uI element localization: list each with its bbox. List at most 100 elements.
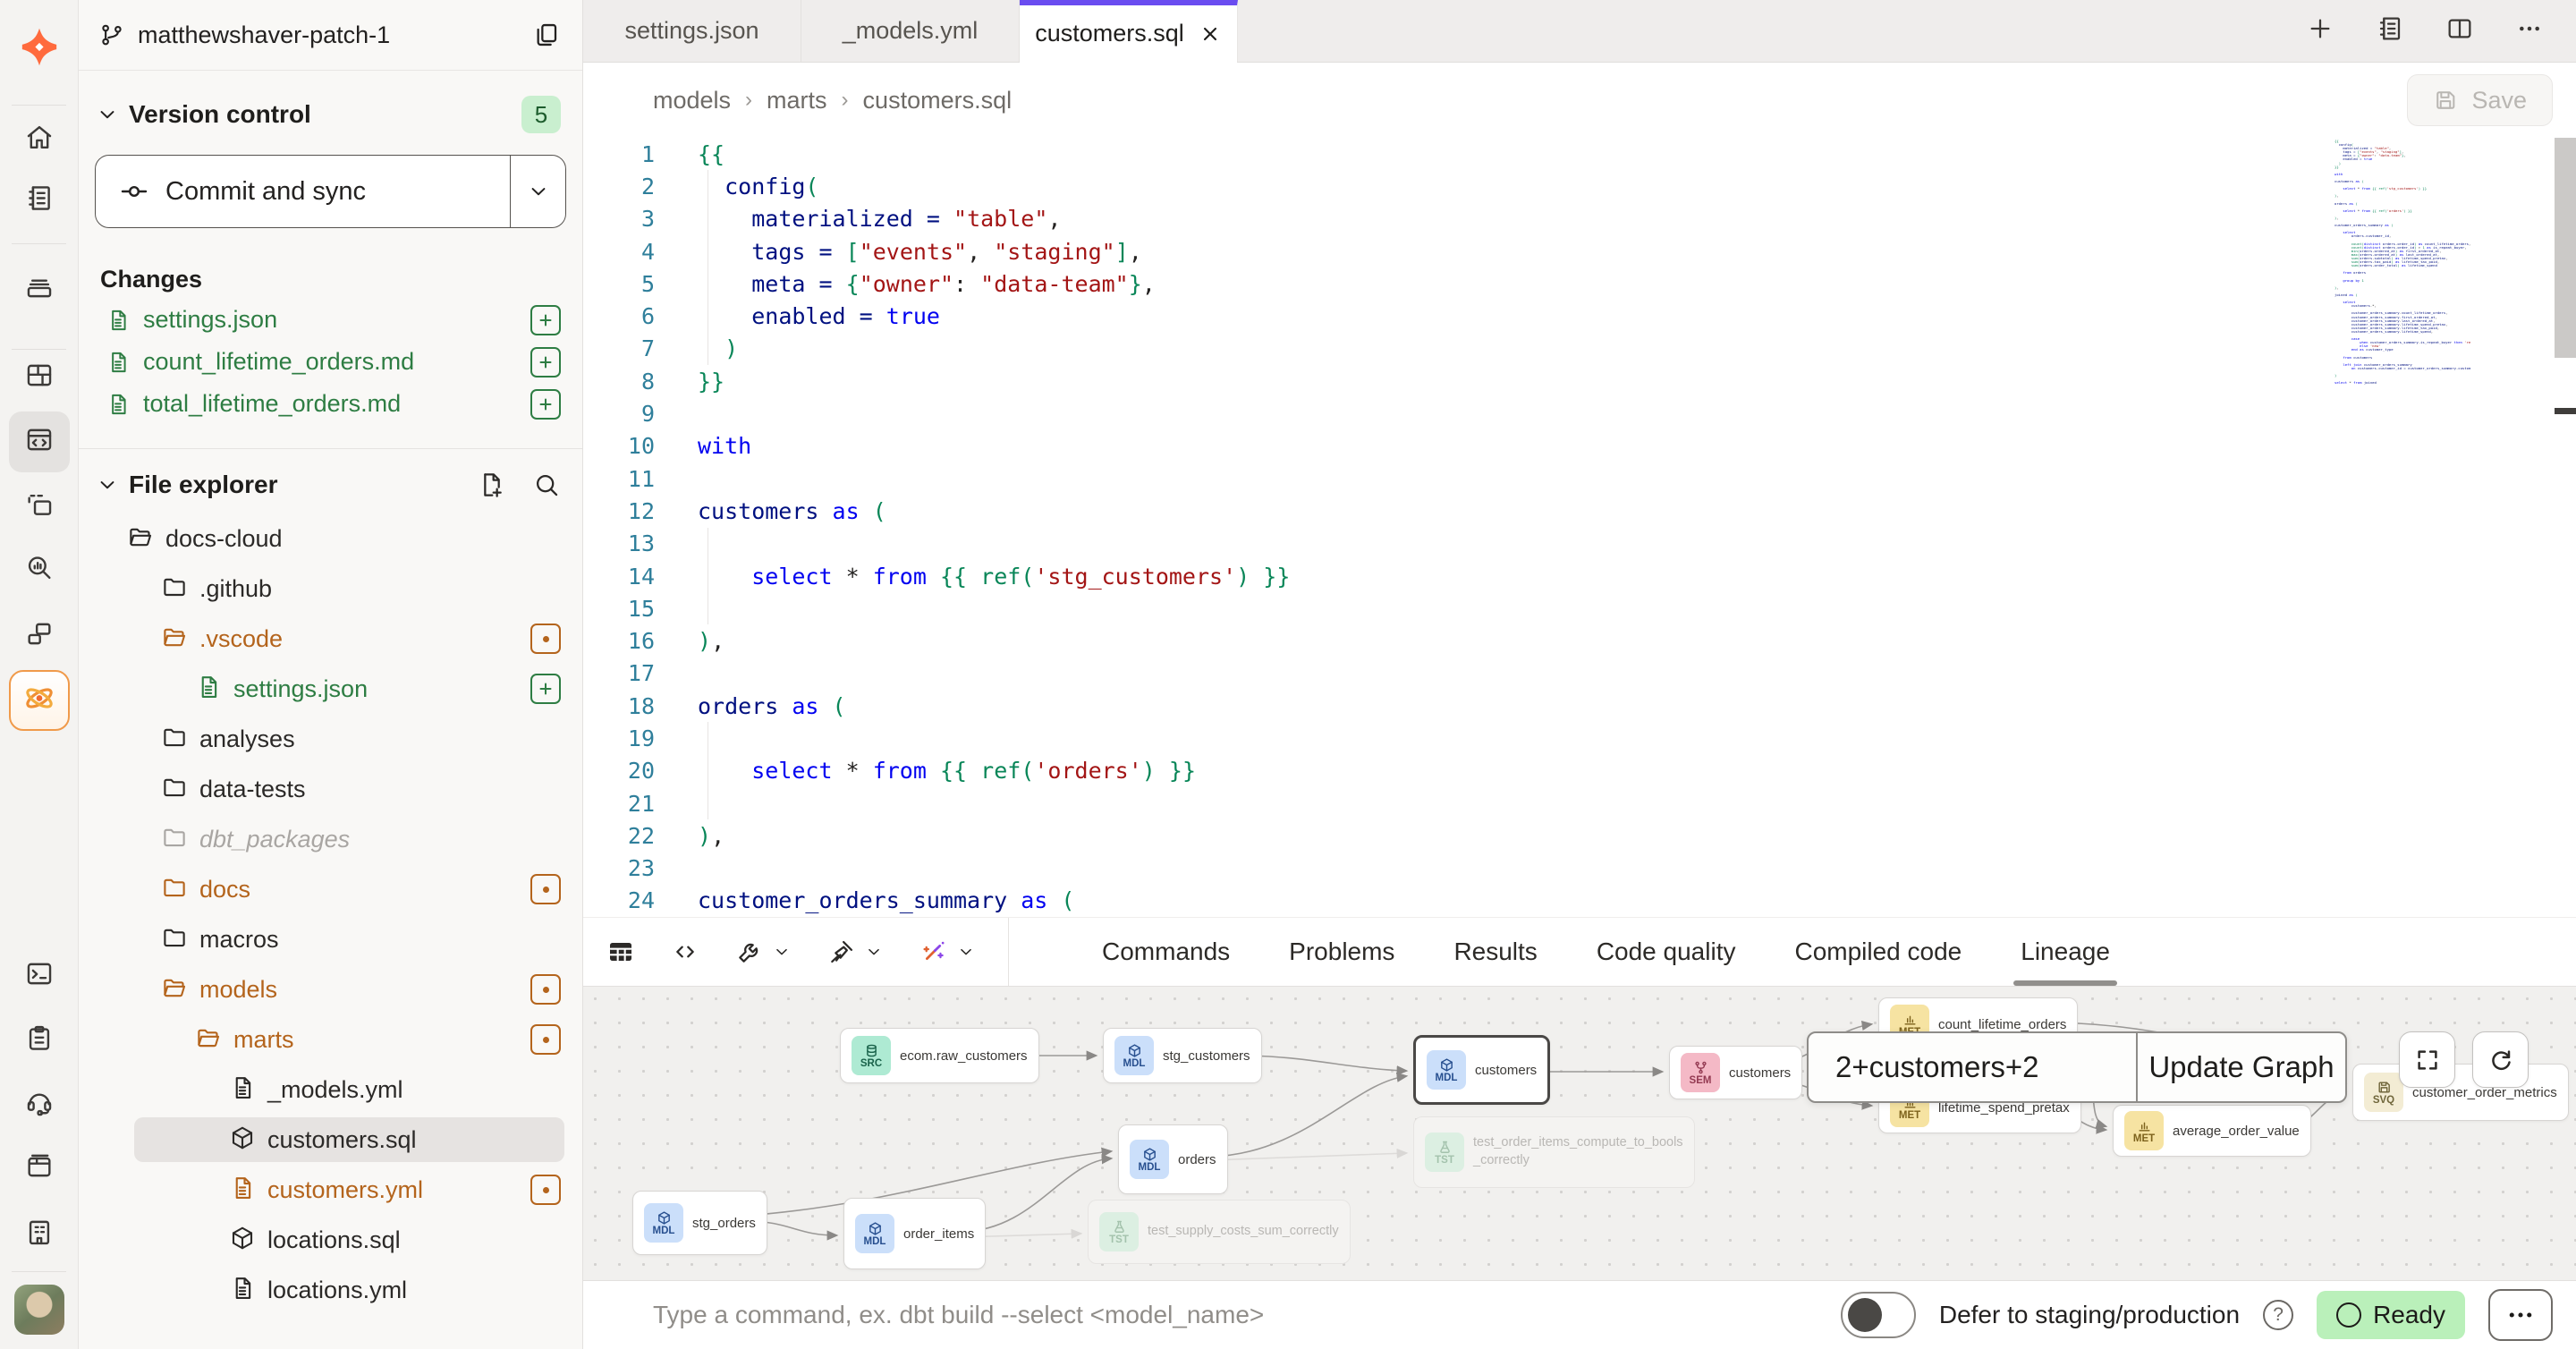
code-line[interactable]: 5 meta = {"owner": "data-team"}, — [583, 267, 2576, 300]
rail-item-windows[interactable] — [24, 619, 55, 654]
panel-tool-table[interactable] — [606, 938, 635, 966]
rail-item-code-editor[interactable] — [24, 425, 55, 460]
refresh-graph-button[interactable] — [2472, 1031, 2529, 1088]
file-outline-button[interactable] — [2376, 14, 2404, 47]
tree-item-.vscode[interactable]: .vscode — [79, 614, 582, 664]
chevron-down-icon[interactable] — [95, 472, 120, 497]
rail-item-select-frame[interactable] — [24, 491, 55, 526]
tree-item-locations.sql[interactable]: locations.sql — [79, 1215, 582, 1265]
rail-item-stack[interactable] — [24, 272, 55, 307]
code-line[interactable]: 22), — [583, 819, 2576, 852]
lineage-node-customer-order-metrics[interactable]: SVQcustomer_order_metrics — [2352, 1064, 2569, 1121]
code-line[interactable]: 15 — [583, 592, 2576, 624]
rail-item-browser[interactable] — [24, 1151, 55, 1186]
code-line[interactable]: 4 tags = ["events", "staging"], — [583, 235, 2576, 267]
lineage-node-customers-sem[interactable]: SEMcustomers — [1669, 1046, 1802, 1099]
chevron-down-icon[interactable] — [95, 102, 120, 127]
editor-tab-settings.json[interactable]: settings.json — [583, 0, 801, 62]
copy-icon[interactable] — [532, 21, 561, 49]
code-line[interactable]: 6 enabled = true — [583, 300, 2576, 332]
lineage-node-stg-customers[interactable]: MDLstg_customers — [1103, 1028, 1262, 1083]
code-line[interactable]: 21 — [583, 787, 2576, 819]
code-line[interactable]: 17 — [583, 658, 2576, 690]
update-graph-button[interactable]: Update Graph — [2136, 1033, 2345, 1101]
breadcrumb-item[interactable]: customers.sql — [863, 87, 1013, 115]
change-row[interactable]: settings.json — [79, 299, 582, 341]
close-icon[interactable] — [1199, 22, 1222, 46]
code-line[interactable]: 19 — [583, 722, 2576, 754]
rail-item-dashboard[interactable] — [24, 361, 55, 395]
tree-item-models[interactable]: models — [79, 964, 582, 1014]
code-line[interactable]: 23 — [583, 853, 2576, 885]
code-line[interactable]: 18orders as ( — [583, 690, 2576, 722]
lineage-node-stg-orders[interactable]: MDLstg_orders — [632, 1191, 767, 1255]
tree-item-data-tests[interactable]: data-tests — [79, 764, 582, 814]
change-row[interactable]: total_lifetime_orders.md — [79, 383, 582, 425]
panel-tab-Compiled code[interactable]: Compiled code — [1794, 918, 1962, 986]
tree-item-analyses[interactable]: analyses — [79, 714, 582, 764]
tree-item-_models.yml[interactable]: _models.yml — [79, 1065, 582, 1115]
stage-change-button[interactable] — [530, 347, 561, 378]
code-line[interactable]: 12customers as ( — [583, 495, 2576, 527]
scrollbar-thumb[interactable] — [2555, 138, 2576, 358]
commit-and-sync-button[interactable]: Commit and sync — [95, 155, 566, 228]
file-explorer-header[interactable]: File explorer — [79, 471, 582, 499]
status-badge[interactable]: Ready — [2317, 1291, 2465, 1339]
tree-item-settings.json[interactable]: settings.json — [79, 664, 582, 714]
command-input[interactable]: Type a command, ex. dbt build --select <… — [653, 1301, 1264, 1329]
lineage-node-ecom-raw-customers[interactable]: SRCecom.raw_customers — [840, 1028, 1039, 1083]
code-line[interactable]: 14 select * from {{ ref('stg_customers')… — [583, 560, 2576, 592]
code-line[interactable]: 2 config( — [583, 170, 2576, 202]
breadcrumb-item[interactable]: marts — [767, 87, 827, 115]
rail-item-copilot[interactable] — [21, 681, 57, 721]
branch-row[interactable]: matthewshaver-patch-1 — [79, 0, 582, 71]
change-row[interactable]: count_lifetime_orders.md — [79, 341, 582, 383]
defer-toggle[interactable] — [1841, 1292, 1916, 1338]
stage-change-button[interactable] — [530, 674, 561, 704]
rail-item-clipboard[interactable] — [24, 1023, 55, 1058]
tree-item-.github[interactable]: .github — [79, 564, 582, 614]
rail-item-building[interactable] — [24, 1217, 55, 1252]
panel-tab-Code quality[interactable]: Code quality — [1597, 918, 1736, 986]
tree-item-docs[interactable]: docs — [79, 864, 582, 914]
new-file-icon[interactable] — [477, 471, 505, 499]
panel-tab-Results[interactable]: Results — [1453, 918, 1537, 986]
rail-item-dbt-logo[interactable] — [19, 27, 60, 72]
code-editor[interactable]: 1{{2 config(3 materialized = "table",4 t… — [583, 138, 2576, 917]
tree-item-marts[interactable]: marts — [79, 1014, 582, 1065]
rail-item-terminal[interactable] — [24, 959, 55, 994]
lineage-node-test-supply-costs[interactable]: TSTtest_supply_costs_sum_correctly — [1088, 1200, 1351, 1264]
panel-tab-Lineage[interactable]: Lineage — [2021, 918, 2110, 986]
code-line[interactable]: 13 — [583, 528, 2576, 560]
code-line[interactable]: 8}} — [583, 365, 2576, 397]
code-line[interactable]: 1{{ — [583, 138, 2576, 170]
rail-item-notebook[interactable] — [24, 183, 55, 218]
code-line[interactable]: 9 — [583, 397, 2576, 429]
lineage-node-order-items[interactable]: MDLorder_items — [843, 1198, 986, 1269]
more-options-button[interactable] — [2488, 1289, 2553, 1341]
search-icon[interactable] — [532, 471, 561, 499]
tree-item-customers.yml[interactable]: customers.yml — [79, 1165, 582, 1215]
lineage-node-test-order-items-compute[interactable]: TSTtest_order_items_compute_to_bools_cor… — [1413, 1116, 1695, 1188]
breadcrumb-item[interactable]: models — [653, 87, 731, 115]
code-line[interactable]: 11 — [583, 462, 2576, 495]
panel-tab-Problems[interactable]: Problems — [1289, 918, 1394, 986]
help-icon[interactable]: ? — [2263, 1300, 2293, 1330]
code-line[interactable]: 7 ) — [583, 333, 2576, 365]
panel-tab-Commands[interactable]: Commands — [1102, 918, 1230, 986]
split-editor-button[interactable] — [2445, 14, 2474, 47]
panel-tool-wrench[interactable] — [735, 938, 792, 966]
lineage-canvas[interactable]: SRCecom.raw_customers MDLstg_customers MDL… — [583, 986, 2576, 1280]
editor-more-button[interactable] — [2515, 14, 2544, 47]
lineage-node-average-order-value[interactable]: METaverage_order_value — [2113, 1105, 2311, 1157]
code-line[interactable]: 10with — [583, 430, 2576, 462]
code-line[interactable]: 3 materialized = "table", — [583, 203, 2576, 235]
tree-item-locations.yml[interactable]: locations.yml — [79, 1265, 582, 1315]
stage-change-button[interactable] — [530, 305, 561, 335]
panel-tool-code-angle[interactable] — [671, 938, 699, 966]
code-line[interactable]: 24customer_orders_summary as ( — [583, 885, 2576, 917]
minimap[interactable]: {{ config( materialized = "table", tags … — [2334, 140, 2470, 397]
tree-item-customers.sql[interactable]: customers.sql — [79, 1115, 582, 1165]
tree-item-docs-cloud[interactable]: docs-cloud — [79, 513, 582, 564]
lineage-node-orders[interactable]: MDLorders — [1118, 1124, 1228, 1194]
